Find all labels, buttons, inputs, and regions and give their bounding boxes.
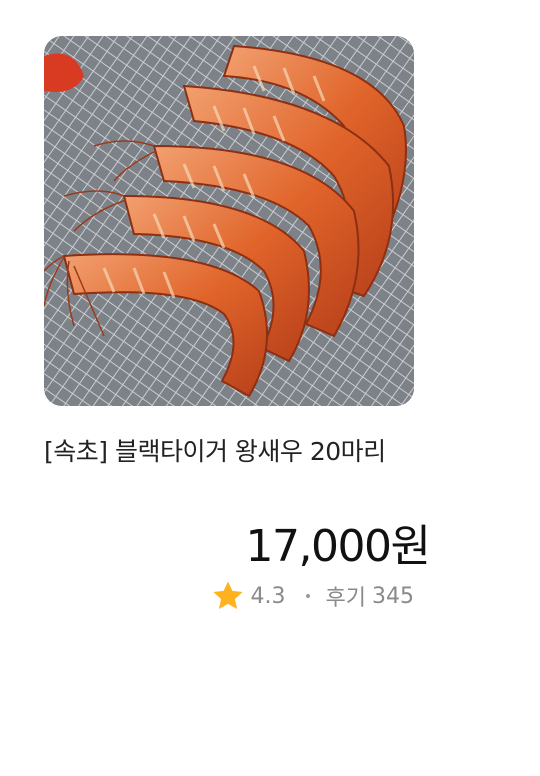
price: 17,000원 (44, 510, 431, 574)
product-image[interactable] (44, 36, 414, 406)
price-unit: 원 (390, 521, 431, 572)
rating-value: 4.3 (250, 583, 286, 609)
shrimp-photo (44, 36, 414, 406)
review-count: 345 (372, 583, 414, 609)
product-title[interactable]: [속초] 블랙타이거 왕새우 20마리 (44, 432, 514, 468)
star-icon (212, 581, 243, 610)
price-amount: 17,000 (245, 521, 392, 572)
product-card[interactable]: [속초] 블랙타이거 왕새우 20마리 17,000원 4.3 후기 345 (0, 0, 540, 776)
separator-dot (305, 594, 310, 598)
review-label: 후기 (325, 586, 366, 611)
rating-reviews: 4.3 후기 345 (200, 576, 414, 616)
